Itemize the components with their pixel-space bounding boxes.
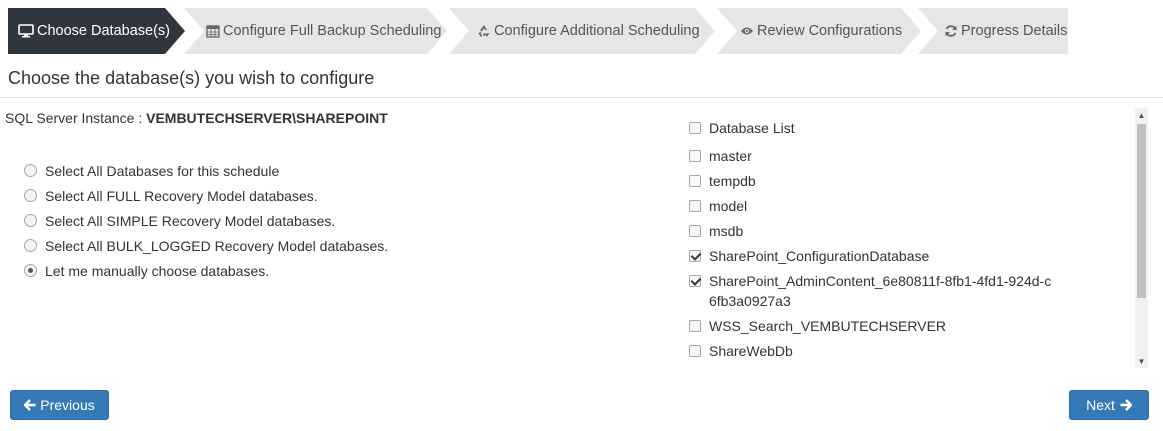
database-list-title: Database List xyxy=(709,120,795,136)
step-progress-details[interactable]: Progress Details xyxy=(918,8,1068,54)
divider xyxy=(0,97,1163,98)
database-item[interactable]: SharePoint_AdminContent_6e80811f-8fb1-4f… xyxy=(689,271,1129,311)
database-item[interactable]: ShareWebDb xyxy=(689,341,1129,361)
database-checkbox[interactable] xyxy=(689,200,701,212)
database-item[interactable]: msdb xyxy=(689,221,1129,241)
database-name: model xyxy=(709,198,748,214)
database-checkbox[interactable] xyxy=(689,275,701,287)
database-item[interactable]: tempdb xyxy=(689,171,1129,191)
arrow-left-icon xyxy=(24,399,36,411)
previous-button[interactable]: Previous xyxy=(10,390,109,420)
database-name: master xyxy=(709,148,752,164)
database-name: ShareWebDb xyxy=(709,343,793,359)
database-items: master tempdb model msdb SharePoint_Conf… xyxy=(689,146,1129,366)
database-name: WSS_Search_VEMBUTECHSERVER xyxy=(709,318,947,334)
step-label: Configure Additional Scheduling xyxy=(494,23,700,39)
database-name: tempdb xyxy=(709,173,756,189)
instance-label: SQL Server Instance : xyxy=(5,110,147,126)
instance-value: VEMBUTECHSERVER\SHAREPOINT xyxy=(146,110,388,126)
database-checkbox[interactable] xyxy=(689,250,701,262)
step-label: Progress Details xyxy=(961,23,1068,39)
database-checkbox[interactable] xyxy=(689,345,701,357)
arrow-right-icon xyxy=(1120,399,1132,411)
step-review-configurations[interactable]: Review Configurations xyxy=(717,8,921,54)
refresh-icon xyxy=(944,24,958,38)
database-list-header[interactable]: Database List xyxy=(689,120,795,136)
calendar-icon xyxy=(206,24,220,38)
database-item[interactable]: model xyxy=(689,196,1129,216)
scroll-thumb[interactable] xyxy=(1137,124,1146,298)
radio-button[interactable] xyxy=(24,189,37,202)
step-label: Configure Full Backup Scheduling xyxy=(223,23,442,39)
eye-icon xyxy=(740,26,754,36)
radio-button[interactable] xyxy=(24,214,37,227)
radio-button[interactable] xyxy=(24,239,37,252)
step-label: Review Configurations xyxy=(757,23,903,39)
option-select-full-recovery[interactable]: Select All FULL Recovery Model databases… xyxy=(24,183,388,208)
recycle-icon xyxy=(477,24,491,38)
option-select-simple-recovery[interactable]: Select All SIMPLE Recovery Model databas… xyxy=(24,208,388,233)
database-name: SharePoint_ConfigurationDatabase xyxy=(709,248,930,264)
next-button[interactable]: Next xyxy=(1069,390,1149,420)
database-checkbox[interactable] xyxy=(689,150,701,162)
database-list-scrollbar[interactable]: ▲ ▼ xyxy=(1135,108,1148,368)
option-label: Let me manually choose databases. xyxy=(45,262,270,279)
database-checkbox[interactable] xyxy=(689,175,701,187)
scroll-down-arrow-icon[interactable]: ▼ xyxy=(1135,354,1148,368)
next-label: Next xyxy=(1086,397,1115,413)
wizard-steps: Choose Database(s) Configure Full Backup… xyxy=(8,8,1068,54)
database-checkbox[interactable] xyxy=(689,225,701,237)
page-title: Choose the database(s) you wish to confi… xyxy=(8,68,375,88)
option-label: Select All Databases for this schedule xyxy=(45,162,280,179)
database-list-panel: Database List master tempdb model msdb S… xyxy=(684,108,1148,368)
step-configure-additional[interactable]: Configure Additional Scheduling xyxy=(449,8,715,54)
option-label: Select All BULK_LOGGED Recovery Model da… xyxy=(45,237,389,254)
step-choose-databases[interactable]: Choose Database(s) xyxy=(8,8,185,54)
option-manual-choose[interactable]: Let me manually choose databases. xyxy=(24,258,388,283)
step-configure-full-backup[interactable]: Configure Full Backup Scheduling xyxy=(184,8,447,54)
scroll-up-arrow-icon[interactable]: ▲ xyxy=(1135,108,1148,122)
option-select-bulk-logged[interactable]: Select All BULK_LOGGED Recovery Model da… xyxy=(24,233,388,258)
previous-label: Previous xyxy=(40,397,95,413)
option-label: Select All FULL Recovery Model databases… xyxy=(45,187,318,204)
radio-button[interactable] xyxy=(24,164,37,177)
step-label: Choose Database(s) xyxy=(37,23,170,39)
select-all-databases-checkbox[interactable] xyxy=(689,122,701,134)
database-item[interactable]: master xyxy=(689,146,1129,166)
database-item[interactable]: SharePoint_ConfigurationDatabase xyxy=(689,246,1129,266)
database-checkbox[interactable] xyxy=(689,320,701,332)
option-select-all[interactable]: Select All Databases for this schedule xyxy=(24,158,388,183)
option-label: Select All SIMPLE Recovery Model databas… xyxy=(45,212,336,229)
database-item[interactable]: WSS_Search_VEMBUTECHSERVER xyxy=(689,316,1129,336)
database-list-scroll-area: Database List master tempdb model msdb S… xyxy=(684,108,1134,368)
database-name: SharePoint_AdminContent_6e80811f-8fb1-4f… xyxy=(709,273,1052,309)
sql-server-instance: SQL Server Instance : VEMBUTECHSERVER\SH… xyxy=(5,110,388,126)
selection-options: Select All Databases for this schedule S… xyxy=(24,158,388,283)
monitor-icon xyxy=(18,24,34,38)
database-name: msdb xyxy=(709,223,744,239)
radio-button[interactable] xyxy=(24,264,37,277)
